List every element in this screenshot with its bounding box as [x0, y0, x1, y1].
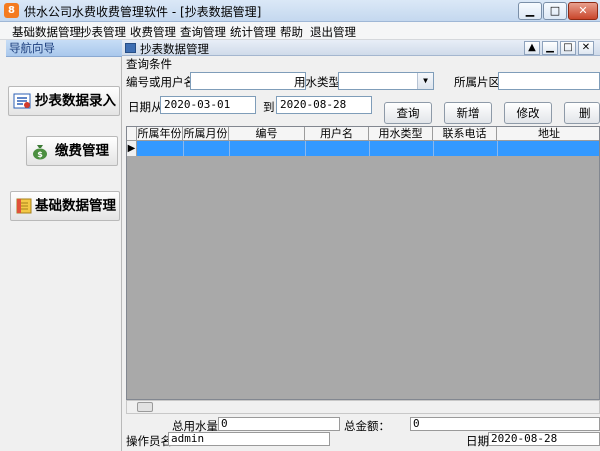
total-water-value: 0	[218, 417, 340, 431]
nav-header: 导航向导	[6, 40, 122, 57]
money-bag-icon: $	[31, 142, 49, 160]
child-restore-button[interactable]: □	[560, 41, 576, 55]
column-header-phone[interactable]: 联系电话	[433, 127, 497, 141]
nav-panel: 导航向导 抄表数据录入 $ 缴费管理 基础数据管理	[6, 40, 122, 451]
edit-button[interactable]: 修改	[504, 102, 552, 124]
chevron-down-icon[interactable]: ▼	[417, 73, 433, 89]
date-value: 2020-08-28	[488, 432, 600, 446]
code-or-name-input[interactable]	[190, 72, 306, 90]
column-header-water-type[interactable]: 用水类型	[369, 127, 433, 141]
meter-entry-icon	[13, 92, 31, 110]
menu-exit[interactable]: 退出管理	[310, 24, 356, 40]
restore-button[interactable]: □	[543, 2, 567, 20]
table-row[interactable]	[127, 141, 599, 156]
horizontal-scrollbar[interactable]	[126, 400, 600, 414]
child-minimize-button[interactable]: ▲	[524, 41, 540, 55]
row-indicator-icon: ▶	[127, 141, 137, 156]
minimize-button[interactable]: ▁	[518, 2, 542, 20]
menu-help[interactable]: 帮助	[280, 24, 303, 40]
data-grid[interactable]: 所属年份 所属月份 编号 用户名 用水类型 联系电话 地址 ▶	[126, 126, 600, 400]
scrollbar-thumb[interactable]	[137, 402, 153, 412]
menu-statistics[interactable]: 统计管理	[230, 24, 276, 40]
app-logo-icon: 8	[4, 3, 19, 18]
date-to-label: 到	[263, 100, 275, 114]
operator-label: 操作员名	[126, 434, 172, 448]
date-to-input[interactable]: 2020-08-28	[276, 96, 372, 114]
query-button[interactable]: 查询	[384, 102, 432, 124]
column-header-year[interactable]: 所属年份	[137, 127, 183, 141]
water-type-select[interactable]: ▼	[338, 72, 434, 90]
window-icon	[125, 43, 136, 53]
nav-meter-entry-button[interactable]: 抄表数据录入	[8, 86, 120, 116]
close-button[interactable]: ✕	[568, 2, 598, 20]
menu-billing[interactable]: 收费管理	[130, 24, 176, 40]
delete-button[interactable]: 删除	[564, 102, 600, 124]
window-title: 供水公司水费收费管理软件 - [抄表数据管理]	[24, 5, 262, 19]
title-bar: 8 供水公司水费收费管理软件 - [抄表数据管理] ▁ □ ✕	[0, 0, 600, 22]
child-window-title: 抄表数据管理	[140, 42, 209, 56]
nav-basic-data-button[interactable]: 基础数据管理	[10, 191, 120, 221]
date-from-input[interactable]: 2020-03-01	[160, 96, 256, 114]
child-collapse-button[interactable]: ▁	[542, 41, 558, 55]
menu-bar: 基础数据管理 抄表管理 收费管理 查询管理 统计管理 帮助 退出管理	[0, 22, 600, 40]
menu-query[interactable]: 查询管理	[180, 24, 226, 40]
column-header-code[interactable]: 编号	[229, 127, 305, 141]
grid-header: 所属年份 所属月份 编号 用户名 用水类型 联系电话 地址	[127, 127, 599, 141]
child-title-bar: 抄表数据管理 ▲ ▁ □ ✕	[122, 40, 600, 56]
area-input[interactable]	[498, 72, 600, 90]
column-header-username[interactable]: 用户名	[305, 127, 369, 141]
menu-basic-data[interactable]: 基础数据管理	[12, 24, 81, 40]
code-or-name-label: 编号或用户名	[126, 75, 195, 89]
nav-meter-entry-label: 抄表数据录入	[35, 93, 116, 109]
svg-text:$: $	[37, 150, 43, 159]
nav-basic-data-label: 基础数据管理	[35, 198, 116, 214]
total-amount-label: 总金额：	[344, 419, 390, 433]
header-corner	[127, 127, 137, 141]
column-header-address[interactable]: 地址	[497, 127, 599, 141]
date-label: 日期	[466, 434, 489, 448]
water-type-label: 用水类型	[294, 75, 340, 89]
area-label: 所属片区	[454, 75, 500, 89]
child-close-button[interactable]: ✕	[578, 41, 594, 55]
menu-meter-reading[interactable]: 抄表管理	[80, 24, 126, 40]
meter-data-window: 抄表数据管理 ▲ ▁ □ ✕ 查询条件 编号或用户名 用水类型 ▼ 所属片区 日…	[122, 40, 600, 451]
date-from-label: 日期从	[128, 100, 163, 114]
operator-value: admin	[168, 432, 330, 446]
database-icon	[15, 197, 33, 215]
query-group-label: 查询条件	[126, 57, 172, 71]
add-button[interactable]: 新增	[444, 102, 492, 124]
nav-payment-button[interactable]: $ 缴费管理	[26, 136, 118, 166]
column-header-month[interactable]: 所属月份	[183, 127, 229, 141]
total-amount-value: 0	[410, 417, 600, 431]
nav-payment-label: 缴费管理	[55, 143, 109, 159]
